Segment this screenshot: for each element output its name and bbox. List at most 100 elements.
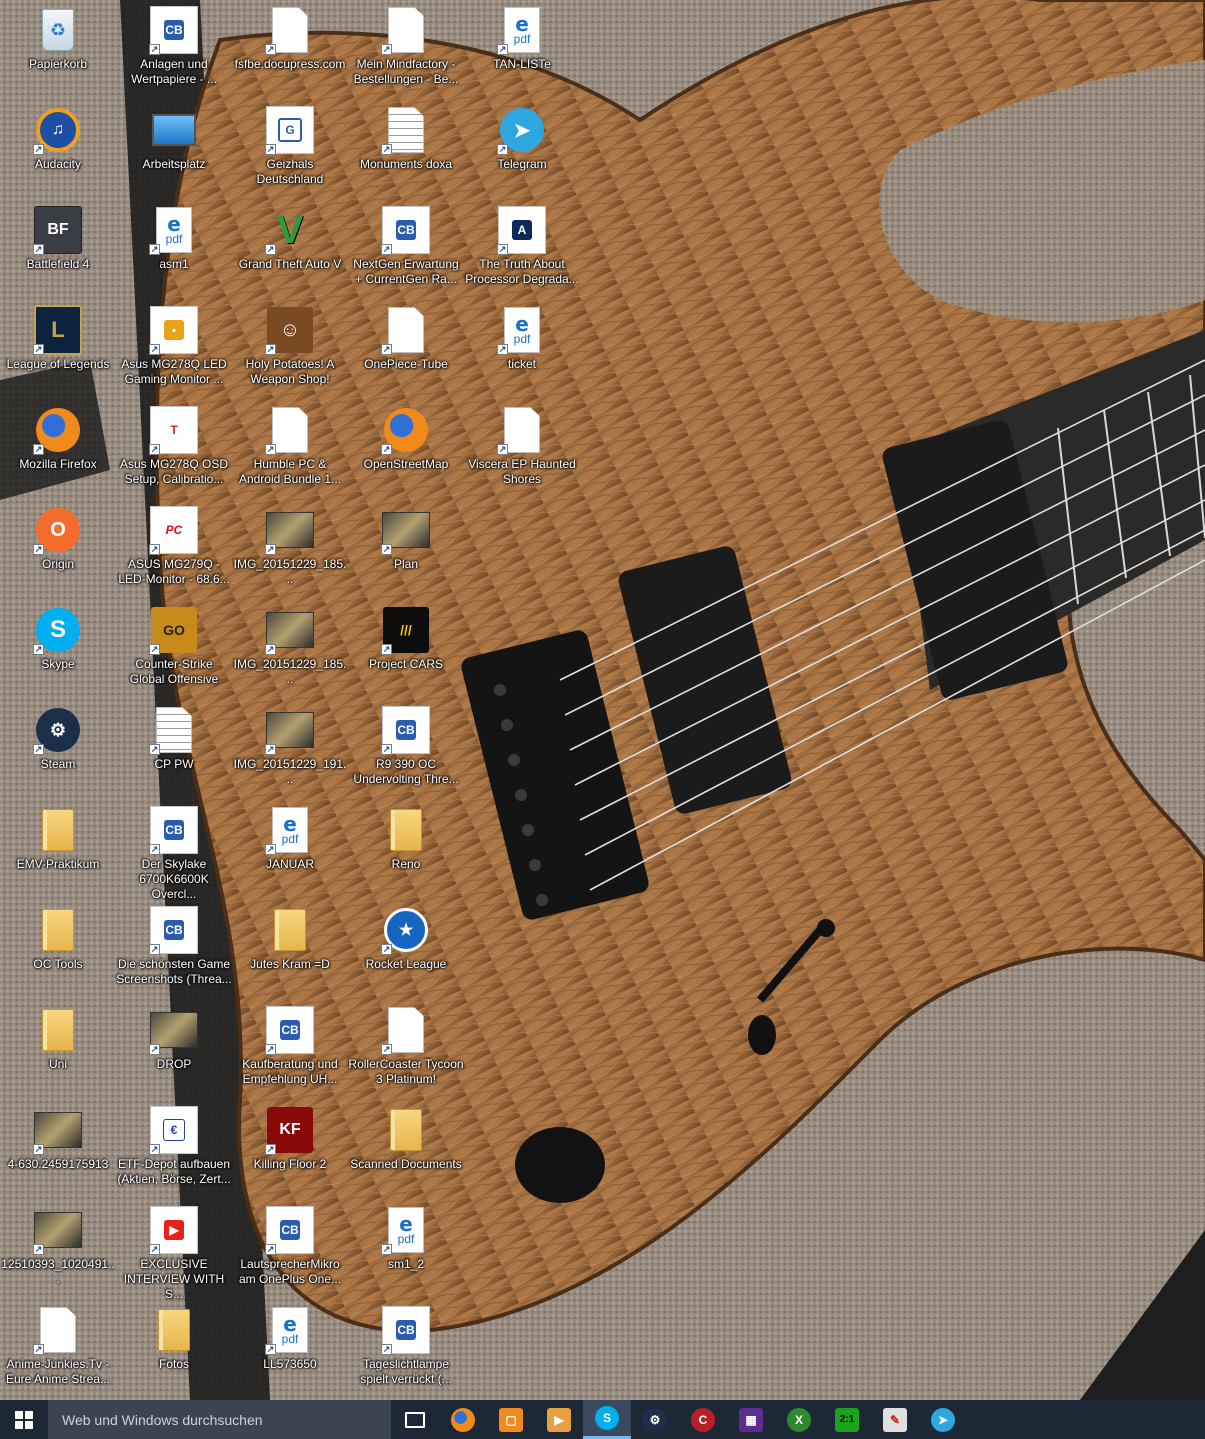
desktop-icon-anlagen-und-wertpapiere[interactable]: CB ↗ Anlagen und Wertpapiere - ... [116, 0, 232, 96]
desktop-icon-tan-liste[interactable]: e pdf ↗ TAN-LISTe [464, 0, 580, 96]
desktop-icon-label: OC Tools [33, 957, 83, 971]
desktop-icon-grand-theft-auto-v[interactable]: V ↗ Grand Theft Auto V [232, 200, 348, 296]
desktop-icon-mozilla-firefox[interactable]: ↗ Mozilla Firefox [0, 400, 116, 496]
desktop-icon-oc-tools[interactable]: OC Tools [0, 900, 116, 996]
taskbar-button-task-view[interactable] [391, 1400, 439, 1439]
taskbar-button-cleaner-tool[interactable]: C [679, 1400, 727, 1439]
taskbar-button-firefox[interactable] [439, 1400, 487, 1439]
desktop-icon-asus-mg278q-led-gaming-monitor[interactable]: ▪ ↗ Asus MG278Q LED Gaming Monitor ... [116, 300, 232, 396]
desktop-icon-img-20151229-185[interactable]: ↗ IMG_20151229_185... [232, 600, 348, 696]
desktop-icon-tageslichtlampe-spielt-verr-ckt[interactable]: CB ↗ Tageslichtlampe spielt verrückt (... [348, 1300, 464, 1396]
desktop-icon-the-truth-about-processor-degrada[interactable]: A ↗ The Truth About Processor Degrada... [464, 200, 580, 296]
taskbar-button-xbox[interactable]: X [775, 1400, 823, 1439]
computerbase-icon: CB ↗ [149, 806, 198, 855]
desktop-icon-reno[interactable]: Reno [348, 800, 464, 896]
computerbase-icon: CB ↗ [265, 1206, 314, 1255]
desktop-icon-rocket-league[interactable]: ★ ↗ Rocket League [348, 900, 464, 996]
desktop-icon-fsfbe-docupress-com[interactable]: ↗ fsfbe.docupress.com [232, 0, 348, 96]
shortcut-arrow-icon: ↗ [265, 644, 276, 655]
taskbar-button-skype[interactable]: S [583, 1400, 631, 1439]
shortcut-arrow-icon: ↗ [33, 144, 44, 155]
desktop-icon-sm1-2[interactable]: e pdf ↗ sm1_2 [348, 1200, 464, 1296]
text-document-icon: ↗ [381, 106, 430, 155]
desktop-icon-onepiece-tube[interactable]: ↗ OnePiece-Tube [348, 300, 464, 396]
start-button[interactable] [0, 1400, 48, 1439]
desktop-icon-exclusive-interview-with-s[interactable]: ▶ ↗ EXCLUSIVE INTERVIEW WITH S... [116, 1200, 232, 1301]
desktop-icon-emv-praktikum[interactable]: EMV-Praktikum [0, 800, 116, 896]
pdf-icon: e pdf ↗ [265, 1306, 314, 1355]
taskbar-button-cpu-tool[interactable]: ▦ [727, 1400, 775, 1439]
desktop-icon-etf-depot-aufbauen-aktien-b-rse-zert[interactable]: € ↗ ETF-Depot aufbauen (Aktien, Börse, Zer… [116, 1100, 232, 1196]
desktop-icon-counter-strike-global-offensive[interactable]: GO ↗ Counter-Strike Global Offensive [116, 600, 232, 696]
desktop-icon-mein-mindfactory-bestellungen-be[interactable]: ↗ Mein Mindfactory - Bestellungen - Be... [348, 0, 464, 96]
desktop-icon-label: EXCLUSIVE INTERVIEW WITH S... [123, 1257, 225, 1301]
taskbar-button-steam[interactable]: ⚙ [631, 1400, 679, 1439]
desktop-icon-steam[interactable]: ⚙ ↗ Steam [0, 700, 116, 796]
tftcentral-icon: T ↗ [149, 406, 198, 455]
taskbar-button-notes-tool[interactable]: ✎ [871, 1400, 919, 1439]
desktop-icon-monuments-doxa[interactable]: ↗ Monuments doxa [348, 100, 464, 196]
desktop-icon-fotos[interactable]: Fotos [116, 1300, 232, 1396]
desktop-icon-die-sch-nsten-game-screenshots-threa[interactable]: CB ↗ Die schönsten Game Screenshots (Threa… [116, 900, 232, 996]
desktop-icon-kaufberatung-und-empfehlung-uh[interactable]: CB ↗ Kaufberatung und Empfehlung UH... [232, 1000, 348, 1096]
desktop-icon-geizhals-deutschland[interactable]: G ↗ Geizhals Deutschland [232, 100, 348, 196]
taskbar-button-store-app[interactable]: ▢ [487, 1400, 535, 1439]
shortcut-arrow-icon: ↗ [265, 1244, 276, 1255]
desktop-icon-12510393-1020491[interactable]: ↗ 12510393_1020491... [0, 1200, 116, 1296]
desktop-icon-killing-floor-2[interactable]: KF ↗ Killing Floor 2 [232, 1100, 348, 1196]
shortcut-arrow-icon: ↗ [149, 1144, 160, 1155]
desktop-icon-r9-390-oc-undervolting-thre[interactable]: CB ↗ R9 390 OC Undervolting Thre... [348, 700, 464, 796]
desktop-icon-label: IMG_20151229_185... [233, 657, 347, 686]
desktop-icon-humble-pc-android-bundle-1[interactable]: ↗ Humble PC & Android Bundle 1... [232, 400, 348, 496]
desktop-icon-battlefield-4[interactable]: BF ↗ Battlefield 4 [0, 200, 116, 296]
desktop-icon-league-of-legends[interactable]: L ↗ League of Legends [0, 300, 116, 396]
desktop-icon-img-20151229-191[interactable]: ↗ IMG_20151229_191... [232, 700, 348, 796]
taskbar-button-media-player[interactable]: ▶ [535, 1400, 583, 1439]
desktop-icon-audacity[interactable]: ♫ ↗ Audacity [0, 100, 116, 196]
desktop-icon-papierkorb[interactable]: ♻ Papierkorb [0, 0, 116, 96]
desktop-icon-nextgen-erwartung-currentgen-ra[interactable]: CB ↗ NextGen Erwartung + CurrentGen Ra... [348, 200, 464, 296]
computerbase-icon: CB ↗ [149, 906, 198, 955]
desktop-icon-ll573650[interactable]: e pdf ↗ LL573650 [232, 1300, 348, 1396]
desktop-icon-jutes-kram-d[interactable]: Jutes Kram =D [232, 900, 348, 996]
desktop-icon-label: Battlefield 4 [26, 257, 90, 271]
search-box[interactable] [48, 1400, 391, 1439]
desktop-icon-arbeitsplatz[interactable]: Arbeitsplatz [116, 100, 232, 196]
dual-monitor-icon: 2:1 [835, 1407, 859, 1432]
web-shortcut-icon: ↗ [381, 306, 430, 355]
shortcut-arrow-icon: ↗ [33, 1144, 44, 1155]
desktop-icon-uni[interactable]: Uni [0, 1000, 116, 1096]
task-view-icon [405, 1411, 425, 1428]
desktop-icon-januar[interactable]: e pdf ↗ JANUAR [232, 800, 348, 896]
desktop-icon-holy-potatoes-a-weapon-shop[interactable]: ☺ ↗ Holy Potatoes! A Weapon Shop! [232, 300, 348, 396]
desktop-icon-skype[interactable]: S ↗ Skype [0, 600, 116, 696]
desktop-icon-anime-junkies-tv-eure-anime-strea[interactable]: ↗ Anime-Junkies.Tv - Eure Anime Strea... [0, 1300, 116, 1396]
desktop-icon-der-skylake-6700k6600k-overcl[interactable]: CB ↗ Der Skylake 6700K6600K Overcl... [116, 800, 232, 901]
desktop-icon-rollercoaster-tycoon-3-platinum[interactable]: ↗ RollerCoaster Tycoon 3 Platinum! [348, 1000, 464, 1096]
desktop-icon-openstreetmap[interactable]: ↗ OpenStreetMap [348, 400, 464, 496]
desktop-icon-scanned-documents[interactable]: Scanned Documents [348, 1100, 464, 1196]
firefox-icon [451, 1407, 475, 1432]
search-input[interactable] [60, 1407, 384, 1432]
desktop-icon-plan[interactable]: ↗ Plan [348, 500, 464, 596]
desktop-icon-lautsprechermikro-am-oneplus-one[interactable]: CB ↗ LautsprecherMikro am OnePlus One... [232, 1200, 348, 1296]
shortcut-arrow-icon: ↗ [33, 344, 44, 355]
desktop-icon-asm1[interactable]: e pdf ↗ asm1 [116, 200, 232, 296]
desktop-icon-ticket[interactable]: e pdf ↗ ticket [464, 300, 580, 396]
desktop-icon-asus-mg279q-led-monitor-68-6[interactable]: PC ↗ ASUS MG279Q - LED-Monitor - 68.6... [116, 500, 232, 596]
desktop-icon-label: Project CARS [368, 657, 444, 671]
taskbar-button-dual-monitor-tool[interactable]: 2:1 [823, 1400, 871, 1439]
desktop-icon-drop[interactable]: ↗ DROP [116, 1000, 232, 1096]
text-document-icon: ↗ [149, 706, 198, 755]
desktop-icon-telegram[interactable]: ➤ ↗ Telegram [464, 100, 580, 196]
desktop-icon-asus-mg278q-osd-setup-calibratio[interactable]: T ↗ Asus MG278Q OSD Setup, Calibratio... [116, 400, 232, 496]
shortcut-arrow-icon: ↗ [265, 44, 276, 55]
desktop-icon-4-630-2459175913[interactable]: ↗ 4-630.2459175913 [0, 1100, 116, 1196]
desktop-icon-img-20151229-185[interactable]: ↗ IMG_20151229_185... [232, 500, 348, 596]
desktop-icon-viscera-ep-haunted-shores[interactable]: ↗ Viscera EP Haunted Shores [464, 400, 580, 496]
gta-v-icon: V ↗ [265, 207, 304, 255]
desktop-icon-cp-pw[interactable]: ↗ CP PW [116, 700, 232, 796]
desktop-icon-origin[interactable]: O ↗ Origin [0, 500, 116, 596]
taskbar-button-telegram[interactable]: ➤ [919, 1400, 967, 1439]
desktop-icon-project-cars[interactable]: ///↗ Project CARS [348, 600, 464, 696]
